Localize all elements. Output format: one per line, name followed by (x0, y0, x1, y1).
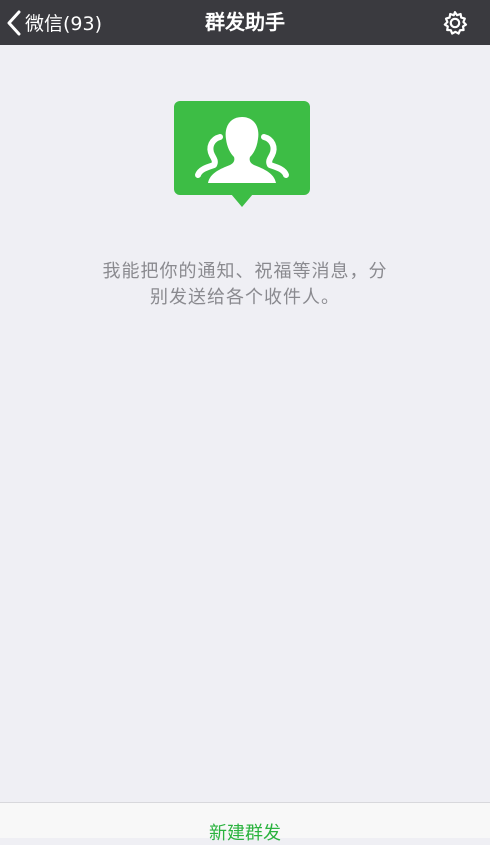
settings-button[interactable] (438, 6, 472, 40)
nav-bar: 微信(93) 群发助手 (0, 0, 490, 45)
group-chat-icon (174, 101, 310, 207)
description-text: 我能把你的通知、祝福等消息，分别发送给各个收件人。 (102, 261, 388, 308)
chevron-left-icon (7, 10, 21, 35)
back-label: 微信(93) (25, 13, 103, 35)
new-broadcast-button[interactable]: 新建群发 (0, 819, 490, 845)
main-content: 我能把你的通知、祝福等消息，分别发送给各个收件人。 (0, 45, 490, 803)
bottom-toolbar: 新建群发 (0, 802, 490, 844)
gear-icon (443, 11, 468, 35)
back-button[interactable]: 微信(93) (6, 0, 102, 45)
